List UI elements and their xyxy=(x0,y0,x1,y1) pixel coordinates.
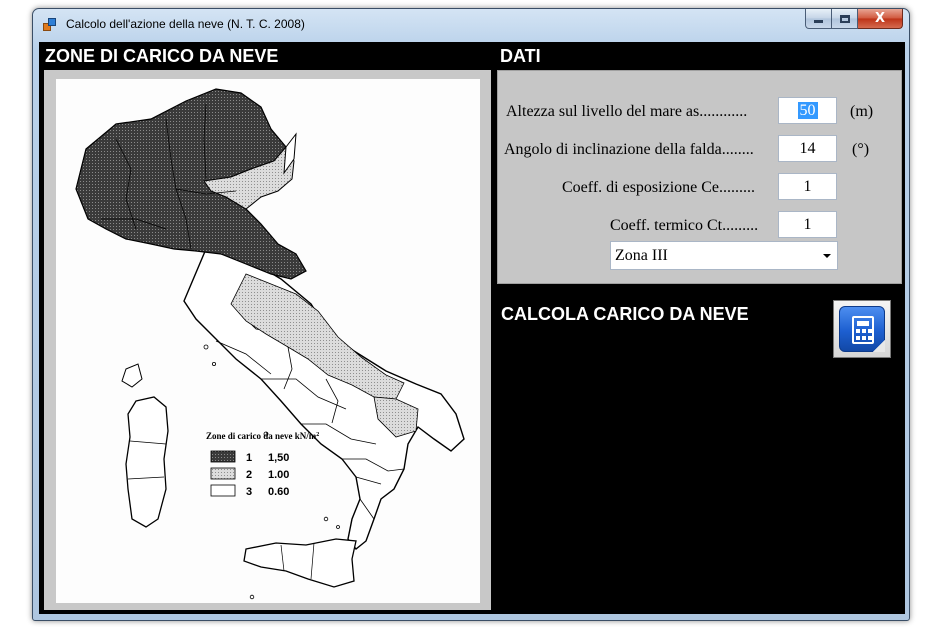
legend-item-2: 2 1.00 xyxy=(210,467,289,481)
italy-map-image: Zone di carico da neve kN/m2 1 1,50 2 1.… xyxy=(75,88,465,600)
map-section-header: ZONE DI CARICO DA NEVE xyxy=(45,46,279,66)
slope-angle-input[interactable]: 14 xyxy=(778,135,837,162)
caption-buttons: X xyxy=(805,9,903,29)
legend-item-3: 3 0.60 xyxy=(210,484,289,498)
calculate-label: CALCOLA CARICO DA NEVE xyxy=(501,304,749,324)
maximize-button[interactable] xyxy=(832,9,858,29)
slope-angle-label: Angolo di inclinazione della falda......… xyxy=(504,141,754,158)
snow-zone-map: Zone di carico da neve kN/m2 1 1,50 2 1.… xyxy=(56,79,480,603)
dati-panel: Altezza sul livello del mare as.........… xyxy=(497,70,902,284)
zone-select-value: Zona III xyxy=(615,247,668,264)
altitude-unit: (m) xyxy=(850,103,874,120)
svg-text:1: 1 xyxy=(246,452,252,464)
minimize-icon xyxy=(814,20,823,23)
altitude-input[interactable]: 50 xyxy=(778,97,837,124)
dati-header: DATI xyxy=(500,46,541,66)
italy-mainland xyxy=(183,248,465,550)
close-icon: X xyxy=(874,11,886,26)
title-bar[interactable]: Calcolo dell'azione della neve (N. T. C.… xyxy=(33,9,909,41)
exposure-coeff-label: Coeff. di esposizione Ce......... xyxy=(562,179,756,196)
svg-text:2: 2 xyxy=(246,469,252,481)
chevron-down-icon[interactable] xyxy=(823,254,831,258)
map-panel: Zone di carico da neve kN/m2 1 1,50 2 1.… xyxy=(44,70,491,610)
app-window: Calcolo dell'azione della neve (N. T. C.… xyxy=(32,8,910,621)
maximize-icon xyxy=(839,14,850,23)
sardinia xyxy=(125,396,169,528)
thermal-coeff-input[interactable]: 1 xyxy=(778,211,837,238)
slope-angle-unit: (°) xyxy=(852,141,870,158)
sicily xyxy=(243,538,357,588)
legend-title: Zone di carico da neve kN/m2 xyxy=(206,431,319,441)
svg-text:3: 3 xyxy=(246,486,252,498)
calculator-icon xyxy=(839,306,885,352)
altitude-label: Altezza sul livello del mare as.........… xyxy=(506,103,748,120)
svg-text:1.00: 1.00 xyxy=(268,469,289,481)
calculate-button[interactable] xyxy=(833,300,891,358)
client-area: ZONE DI CARICO DA NEVE Zone di carico da… xyxy=(39,42,905,614)
close-button[interactable]: X xyxy=(858,9,903,29)
exposure-coeff-input[interactable]: 1 xyxy=(778,173,837,200)
svg-text:0.60: 0.60 xyxy=(268,486,289,498)
zone-select[interactable]: Zona III xyxy=(610,241,838,270)
legend-item-1: 1 1,50 xyxy=(210,450,289,464)
app-icon[interactable] xyxy=(42,17,58,33)
window-title: Calcolo dell'azione della neve (N. T. C.… xyxy=(66,17,305,31)
thermal-coeff-label: Coeff. termico Ct......... xyxy=(610,217,759,234)
minimize-button[interactable] xyxy=(805,9,832,29)
svg-text:1,50: 1,50 xyxy=(268,452,289,464)
